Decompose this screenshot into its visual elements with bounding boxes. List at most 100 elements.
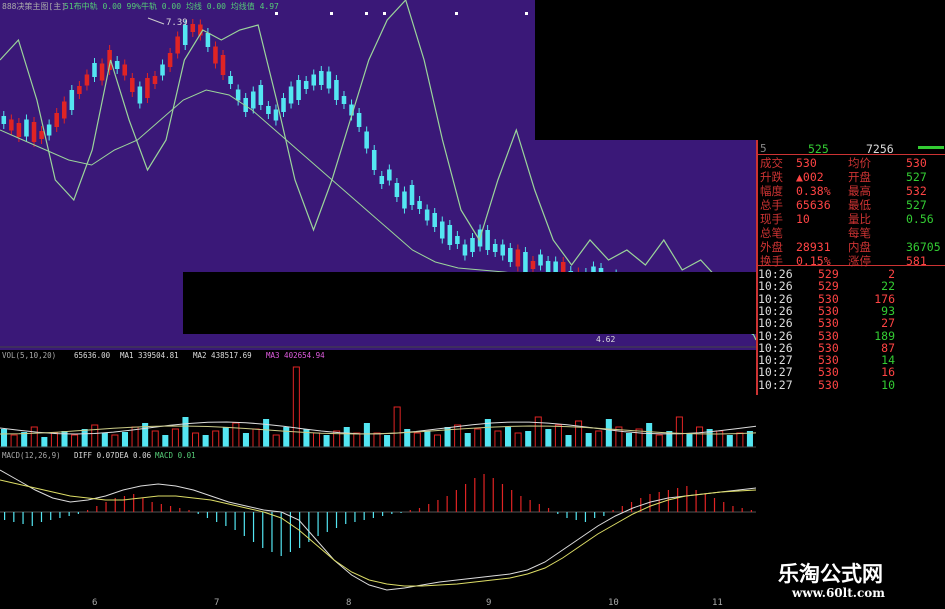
tick-time: 10:26	[758, 267, 793, 281]
candle-body	[99, 63, 105, 81]
x-axis-label: 8	[346, 598, 352, 608]
volume-bar	[726, 435, 733, 447]
volume-bar	[323, 435, 330, 447]
candle-body	[77, 86, 82, 94]
candle-body	[492, 244, 498, 252]
candle-body	[250, 91, 256, 109]
candle-body	[114, 61, 120, 69]
candle-body	[500, 244, 506, 256]
tick-row[interactable]: 10:26 530 87	[756, 342, 945, 354]
tick-row[interactable]: 10:26 529 22	[756, 280, 945, 292]
candle-body	[145, 78, 150, 98]
volume-bar	[686, 433, 693, 447]
tick-row[interactable]: 10:26 530 189	[756, 330, 945, 342]
tick-divider	[756, 265, 945, 266]
macd-diff: DIFF 0.07	[74, 451, 115, 460]
candle-body	[341, 96, 347, 104]
tick-row[interactable]: 10:26 529 2	[756, 268, 945, 280]
quote-label-2: 每笔	[848, 226, 871, 240]
tick-row[interactable]: 10:26 530 93	[756, 305, 945, 317]
tick-row[interactable]: 10:27 530 14	[756, 354, 945, 366]
candle-body	[538, 254, 543, 266]
x-axis-label: 11	[712, 598, 723, 608]
candle-body	[356, 113, 362, 127]
volume-value: 65636.00	[74, 351, 111, 360]
candle-body	[160, 64, 165, 76]
candle-body	[31, 122, 37, 142]
volume-bar	[101, 433, 108, 447]
quote-top-bar	[918, 146, 944, 149]
candle-body	[175, 36, 180, 54]
volume-chart[interactable]: VOL(5,10,20) 65636.00 MA1 339504.81 MA2 …	[0, 350, 756, 450]
candle-body	[122, 64, 128, 76]
quote-value: ▲002	[796, 170, 824, 184]
volume-ma3: MA3 402654.94	[266, 351, 325, 360]
tick-price: 530	[818, 316, 839, 331]
tick-price: 530	[818, 291, 839, 306]
volume-bar	[162, 435, 169, 447]
candle-body	[515, 249, 521, 267]
tick-price: 530	[818, 365, 839, 380]
quote-value-2: 532	[906, 184, 927, 198]
tick-price: 530	[818, 303, 839, 318]
volume-bar	[21, 432, 28, 447]
volume-bar	[545, 429, 552, 447]
tick-row[interactable]: 10:27 530 16	[756, 366, 945, 378]
quote-label: 总笔	[760, 226, 783, 240]
quote-value: 28931	[796, 240, 831, 254]
tick-row[interactable]: 10:26 530 176	[756, 293, 945, 305]
quote-label: 总手	[760, 198, 783, 212]
volume-bar	[283, 427, 290, 447]
tick-row[interactable]: 10:27 530 10	[756, 379, 945, 391]
candle-body	[523, 252, 528, 272]
tick-time: 10:26	[758, 279, 793, 294]
main-chart-title: 888决策主图[主]	[2, 1, 66, 11]
candle-body	[447, 225, 453, 245]
candle-body	[409, 185, 415, 205]
quote-value-2: 527	[906, 170, 927, 184]
quote-divider	[756, 154, 945, 155]
candle-body	[9, 119, 14, 131]
volume-bar	[263, 419, 270, 447]
x-axis-label: 9	[486, 598, 492, 608]
candle-body	[530, 261, 536, 269]
quote-value: 10	[796, 212, 810, 226]
tick-price: 530	[818, 353, 839, 368]
candle-body	[326, 71, 332, 89]
candle-body	[455, 236, 460, 244]
main-chart-legend: 51布中轨 0.00 99%牛轨 0.00 均线 0.00 均线值 4.97	[64, 1, 279, 11]
volume-ma1: MA1 339504.81	[120, 351, 179, 360]
candle-body	[387, 169, 392, 181]
tick-price: 530	[818, 328, 839, 343]
candle-body	[462, 244, 468, 256]
tick-price: 530	[818, 377, 839, 392]
candle-body	[213, 46, 218, 64]
quote-label: 成交	[760, 156, 783, 170]
volume-bar	[242, 433, 249, 447]
tick-price: 530	[818, 340, 839, 355]
candle-body	[402, 191, 407, 209]
x-axis-label: 6	[92, 598, 98, 608]
quote-label: 幅度	[760, 184, 783, 198]
tick-row[interactable]: 10:26 530 27	[756, 317, 945, 329]
volume-ma2: MA2 438517.69	[193, 351, 252, 360]
quote-row: 总笔 每笔	[756, 226, 945, 240]
tick-volume: 2	[888, 267, 895, 281]
candle-body	[281, 98, 286, 112]
tick-volume: 27	[881, 316, 895, 331]
candle-body	[266, 106, 271, 114]
volume-bar	[182, 417, 189, 447]
candle-body	[379, 176, 385, 184]
candle-body	[167, 53, 173, 67]
candle-body	[46, 124, 52, 136]
tick-time: 10:26	[758, 291, 793, 306]
candle-body	[235, 89, 241, 101]
volume-bar	[525, 431, 532, 447]
quote-label: 升跌	[760, 170, 783, 184]
quote-value: 530	[796, 156, 817, 170]
tick-volume: 189	[874, 328, 895, 343]
volume-bar	[222, 427, 229, 447]
macd-chart[interactable]: MACD(12,26,9) DIFF 0.07 DEA 0.06 MACD 0.…	[0, 450, 756, 597]
tick-time: 10:26	[758, 303, 793, 318]
macd-prefix: MACD(12,26,9)	[2, 451, 61, 460]
